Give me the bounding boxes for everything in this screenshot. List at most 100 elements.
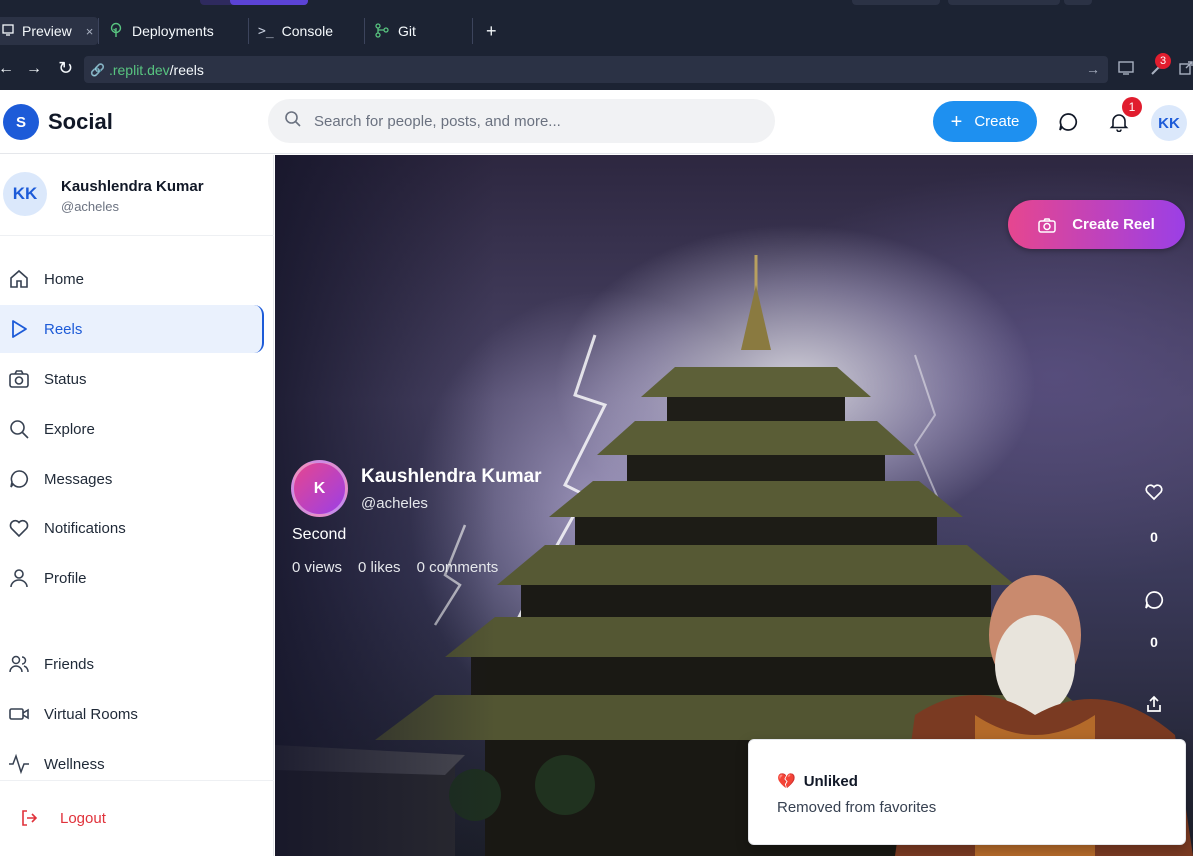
search-input[interactable]: Search for people, posts, and more... xyxy=(268,99,775,143)
camera-icon xyxy=(9,370,29,388)
tab-label: Console xyxy=(281,23,334,39)
notification-badge: 1 xyxy=(1122,97,1142,117)
external-link-icon[interactable] xyxy=(1178,60,1193,79)
sidebar-item-label: Status xyxy=(44,370,87,388)
url-input[interactable]: 🔗 .replit.dev/reels → xyxy=(84,56,1108,83)
sidebar-item-label: Virtual Rooms xyxy=(44,705,138,723)
search-icon xyxy=(284,110,302,132)
reel-caption: Second xyxy=(292,526,347,543)
toast-title-row: 💔 Unliked xyxy=(777,772,858,791)
app-header: S Social Search for people, posts, and m… xyxy=(0,90,1193,154)
logout-label: Logout xyxy=(60,809,106,827)
camera-icon xyxy=(1038,217,1056,233)
toast-title: Unliked xyxy=(803,772,858,790)
sidebar-item-label: Messages xyxy=(44,470,113,488)
sidebar-item-profile[interactable]: Profile xyxy=(0,554,264,602)
search-icon xyxy=(10,420,29,439)
forward-arrow-icon[interactable]: → xyxy=(26,60,42,78)
user-card[interactable]: KK Kaushlendra Kumar @acheles xyxy=(0,155,274,236)
sidebar-item-explore[interactable]: Explore xyxy=(0,405,264,453)
tab-label: Preview xyxy=(22,23,72,39)
close-icon[interactable]: × xyxy=(86,24,94,39)
sidebar-item-label: Notifications xyxy=(44,519,126,537)
plus-icon: + xyxy=(950,110,963,133)
terminal-icon: >_ xyxy=(258,23,274,39)
toolbar-pill[interactable] xyxy=(1064,0,1092,5)
logout-button[interactable]: Logout xyxy=(20,809,106,827)
tab-deployments[interactable]: Deployments xyxy=(100,17,222,45)
sidebar-item-label: Home xyxy=(44,270,85,288)
activity-icon xyxy=(9,753,29,775)
sidebar: KK Kaushlendra Kumar @acheles Home Reels… xyxy=(0,155,274,856)
like-button[interactable] xyxy=(1143,481,1165,503)
link-icon: 🔗 xyxy=(90,62,105,77)
sidebar-item-home[interactable]: Home xyxy=(0,255,264,303)
tab-divider xyxy=(248,18,249,44)
tab-git[interactable]: Git xyxy=(366,17,424,45)
toast-notification[interactable]: 💔 Unliked Removed from favorites xyxy=(748,739,1186,845)
git-icon xyxy=(374,22,390,41)
sidebar-item-messages[interactable]: Messages xyxy=(0,455,264,503)
message-circle-icon xyxy=(1145,591,1164,609)
tab-divider xyxy=(472,18,473,44)
sidebar-item-status[interactable]: Status xyxy=(0,355,264,403)
user-icon xyxy=(10,569,28,588)
user-avatar: KK xyxy=(3,172,47,216)
share-icon xyxy=(1147,695,1161,712)
app-name[interactable]: Social xyxy=(48,109,113,135)
users-icon xyxy=(9,655,29,673)
create-reel-button[interactable]: Create Reel xyxy=(1008,200,1185,249)
toolbar-pill[interactable] xyxy=(948,0,1060,5)
tab-preview[interactable]: Preview × xyxy=(0,17,98,45)
back-arrow-icon[interactable]: ← xyxy=(0,60,14,78)
sidebar-item-notifications[interactable]: Notifications xyxy=(0,504,264,552)
devices-icon[interactable] xyxy=(1118,60,1136,79)
sidebar-item-label: Explore xyxy=(44,420,95,438)
run-button-edge[interactable] xyxy=(230,0,308,5)
sidebar-item-label: Friends xyxy=(44,655,95,673)
reload-icon[interactable]: ↻ xyxy=(58,58,73,79)
divider xyxy=(0,780,274,781)
tab-divider xyxy=(364,18,365,44)
create-button[interactable]: + Create xyxy=(933,101,1037,142)
play-icon xyxy=(12,320,27,338)
likes-count: 0 likes xyxy=(358,559,401,576)
sidebar-item-friends[interactable]: Friends xyxy=(0,640,264,688)
go-arrow-icon[interactable]: → xyxy=(1086,61,1100,77)
browser-top-strip xyxy=(0,0,1193,12)
video-icon xyxy=(9,708,29,720)
app-logo[interactable]: S xyxy=(3,104,39,140)
url-bar-row: ← → ↻ 🔗 .replit.dev/reels → 3 xyxy=(0,50,1193,90)
user-name: Kaushlendra Kumar xyxy=(61,178,204,195)
reel-author-avatar[interactable]: K xyxy=(291,460,348,517)
create-label: Create xyxy=(974,113,1020,130)
new-tab-button[interactable]: + xyxy=(478,17,505,45)
url-path: /reels xyxy=(169,61,204,78)
devtools-badge: 3 xyxy=(1155,53,1171,69)
tab-console[interactable]: >_ Console xyxy=(250,17,341,45)
reel-author-handle: @acheles xyxy=(361,495,428,512)
sidebar-item-virtual-rooms[interactable]: Virtual Rooms xyxy=(0,690,264,738)
sidebar-item-label: Wellness xyxy=(44,755,105,773)
sidebar-item-reels[interactable]: Reels xyxy=(0,305,264,353)
url-domain: .replit.dev xyxy=(108,61,170,78)
avatar[interactable]: KK xyxy=(1151,105,1187,141)
comments-count: 0 comments xyxy=(416,559,499,576)
tab-divider xyxy=(98,18,99,44)
home-icon xyxy=(10,269,28,288)
message-icon xyxy=(10,470,28,488)
broken-heart-icon: 💔 xyxy=(777,773,796,790)
monitor-icon xyxy=(2,23,14,39)
comment-button[interactable] xyxy=(1143,589,1165,611)
toast-description: Removed from favorites xyxy=(777,799,937,816)
share-button[interactable] xyxy=(1143,693,1165,715)
heart-icon xyxy=(1145,484,1163,501)
toolbar-pill[interactable] xyxy=(852,0,940,5)
message-circle-icon xyxy=(1059,113,1078,131)
reel-stats: 0 views 0 likes 0 comments xyxy=(292,559,498,576)
reel-author-name[interactable]: Kaushlendra Kumar xyxy=(361,466,542,488)
like-count: 0 xyxy=(1150,529,1158,545)
messages-button[interactable] xyxy=(1056,110,1080,134)
create-reel-label: Create Reel xyxy=(1072,216,1155,233)
heart-icon xyxy=(9,519,29,538)
